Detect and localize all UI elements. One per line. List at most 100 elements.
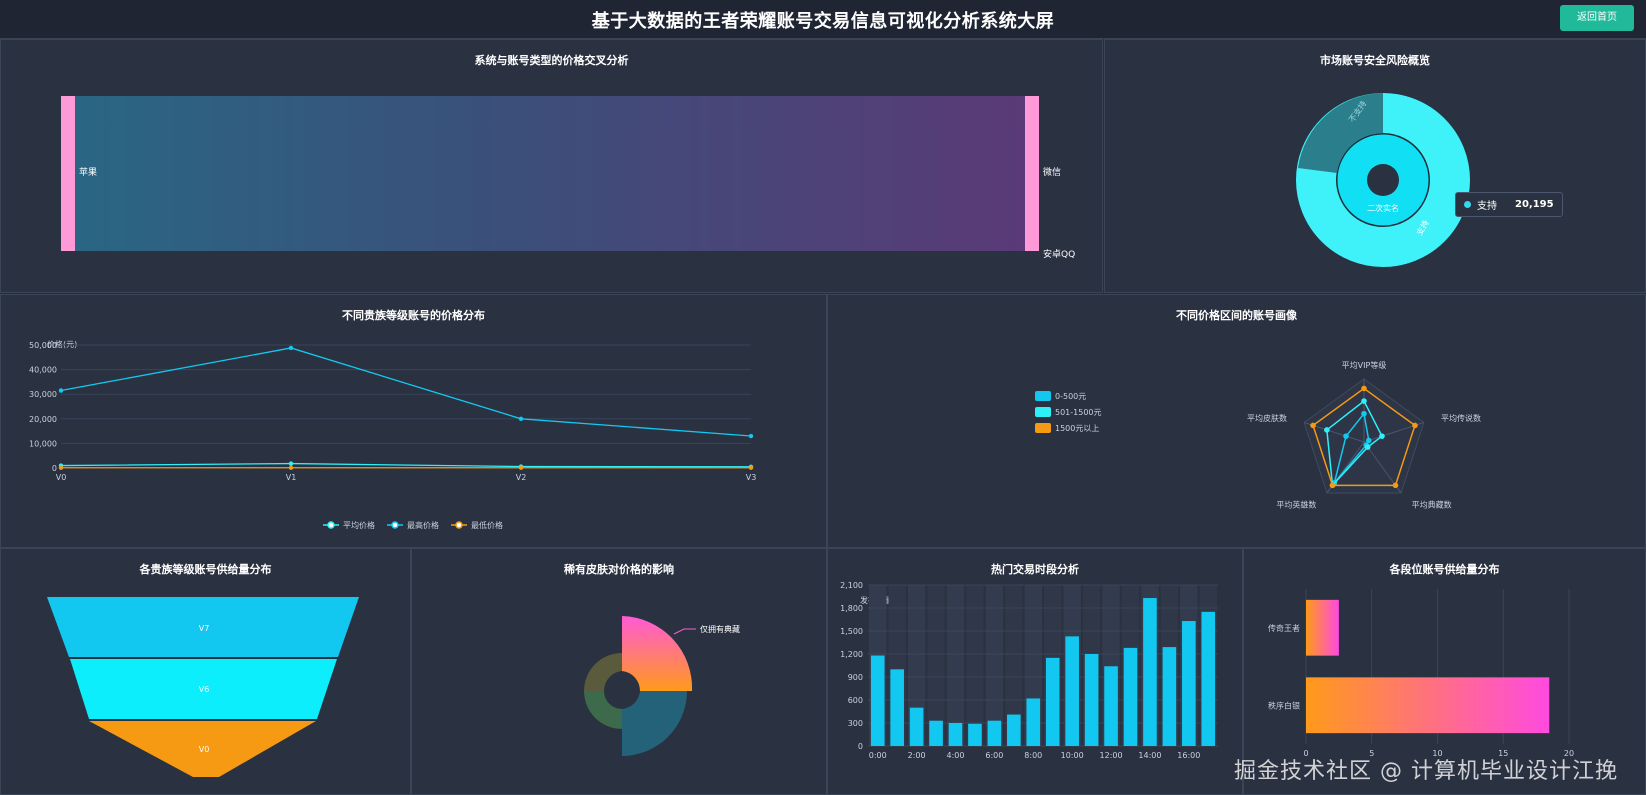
sankey-node-wechat[interactable] [1025,96,1039,251]
hours-bar[interactable] [1162,647,1177,746]
line-xtick: V2 [516,473,527,482]
hours-bar[interactable] [909,707,924,746]
hours-bar[interactable] [1026,698,1041,746]
sankey-panel: 系统与账号类型的价格交叉分析 苹果 微信 安卓QQ [0,39,1103,293]
hours-ytick: 600 [848,696,863,705]
line-series-1[interactable] [60,347,752,437]
line-point[interactable] [518,465,524,470]
radar-point[interactable] [1361,385,1367,392]
funnel-svg: V7 V6 V0 [47,597,359,777]
sankey-label-android-qq: 安卓QQ [1043,248,1075,260]
radar-panel: 不同价格区间的账号画像 平均VIP等级 平均传说数 平均典藏数 平均英雄数 平均皮肤数 … [827,294,1646,548]
radar-indicator-label: 平均典藏数 [1412,499,1452,509]
skin-slice-blue[interactable] [622,691,687,756]
hours-bar[interactable] [1065,636,1079,746]
hours-bar[interactable] [968,723,982,746]
line-point[interactable] [288,345,294,351]
line-point[interactable] [58,388,64,393]
line-point[interactable] [518,416,524,421]
skin-label: 仅拥有典藏 [700,624,740,634]
radar-legend-swatch[interactable] [1035,423,1051,433]
hours-xtick: 8:00 [1024,751,1042,760]
hours-bar[interactable] [948,723,963,746]
security-tooltip: 支持 20,195 [1455,192,1563,217]
tooltip-value: 20,195 [1515,199,1554,210]
radar-point[interactable] [1310,422,1316,429]
hours-xtick: 2:00 [908,751,926,760]
hours-ytick: 1,500 [840,627,863,636]
radar-point[interactable] [1329,482,1336,489]
hours-bar[interactable] [1123,647,1138,746]
security-hole [1367,164,1399,196]
rank-bar[interactable] [1306,599,1339,656]
radar-legend-swatch[interactable] [1035,407,1051,417]
radar-point[interactable] [1364,444,1371,450]
radar-point[interactable] [1412,422,1418,429]
home-button[interactable]: 返回首页 [1560,5,1634,31]
hours-bar[interactable] [1007,714,1021,746]
skin-label-line [673,628,696,635]
radar-point[interactable] [1343,433,1349,439]
hours-ytick: 1,200 [840,650,863,659]
hours-bar[interactable] [1104,666,1118,746]
line-ytick: 0 [52,464,57,473]
line-point[interactable] [288,465,294,470]
line-legend-dot[interactable] [327,521,335,529]
hours-bar[interactable] [1045,657,1060,746]
line-legend-dot[interactable] [455,521,463,529]
funnel-panel: 各贵族等级账号供给量分布 V7 V6 V0 [0,548,411,795]
page-title: 基于大数据的王者荣耀账号交易信息可视化分析系统大屏 [591,11,1055,32]
hours-bar[interactable] [1201,611,1216,746]
hours-xtick: 0:00 [869,751,887,760]
hours-bar[interactable] [870,655,885,746]
radar-point[interactable] [1379,433,1385,439]
hours-xtick: 16:00 [1177,751,1200,760]
skin-slice-green[interactable] [584,691,622,729]
radar-legend-label: 0-500元 [1055,392,1086,401]
hours-bar[interactable] [987,720,1002,746]
sankey-link-apple-wechat[interactable] [75,96,1025,251]
line-legend-label: 最低价格 [471,520,503,530]
radar-point[interactable] [1324,427,1330,433]
line-legend-dot[interactable] [391,521,399,529]
line-ytick: 40,000 [29,366,57,375]
radar-point[interactable] [1361,398,1367,404]
skin-slice-legend[interactable] [622,616,693,691]
hours-bar[interactable] [1084,654,1099,746]
hours-bar[interactable] [890,669,904,746]
hours-xtick: 12:00 [1100,751,1123,760]
rank-category-label: 传奇王者 [1268,623,1300,633]
line-point[interactable] [748,433,754,439]
sankey-node-apple[interactable] [61,96,75,251]
funnel-label-v7: V7 [199,624,210,633]
line-point[interactable] [288,461,294,466]
hours-ytick: 300 [848,719,863,728]
rank-category-label: 秩序白银 [1268,700,1300,710]
radar-indicator-label: 平均英雄数 [1276,499,1316,509]
hours-bar[interactable] [1143,598,1157,746]
hours-panel: 热门交易时段分析 发布数量 03006009001,2001,5001,8002… [827,548,1243,795]
hours-ytick: 2,100 [840,581,863,590]
line-point[interactable] [58,465,64,470]
radar-legend-label: 1500元以上 [1055,424,1099,433]
hours-bar[interactable] [1182,621,1196,746]
hours-xtick: 10:00 [1061,751,1084,760]
hours-ytick: 1,800 [840,604,863,613]
funnel-label-v6: V6 [199,685,210,694]
line-chart-svg: 价格(元) 010,00020,00030,00040,00050,000V0 V… [29,339,757,530]
hours-svg: 发布数量 03006009001,2001,5001,8002,1000:002… [840,581,1218,760]
radar-point[interactable] [1392,482,1399,489]
hours-bar[interactable] [929,720,943,746]
hours-bg-stripe [946,585,965,746]
skin-slice-olive[interactable] [584,653,622,691]
security-panel: 市场账号安全风险概览 不支持 支持 二次实名 支持 20,195 [1104,39,1646,293]
line-xtick: V3 [746,473,757,482]
sankey-label-apple: 苹果 [79,166,97,178]
line-point[interactable] [748,465,754,470]
line-series-0[interactable] [60,462,752,468]
skin-svg: 仅拥有典藏 [584,616,740,756]
radar-point[interactable] [1361,410,1367,417]
radar-legend-swatch[interactable] [1035,391,1051,401]
radar-indicator-label: 平均VIP等级 [1342,360,1387,370]
rank-bar[interactable] [1306,677,1550,734]
